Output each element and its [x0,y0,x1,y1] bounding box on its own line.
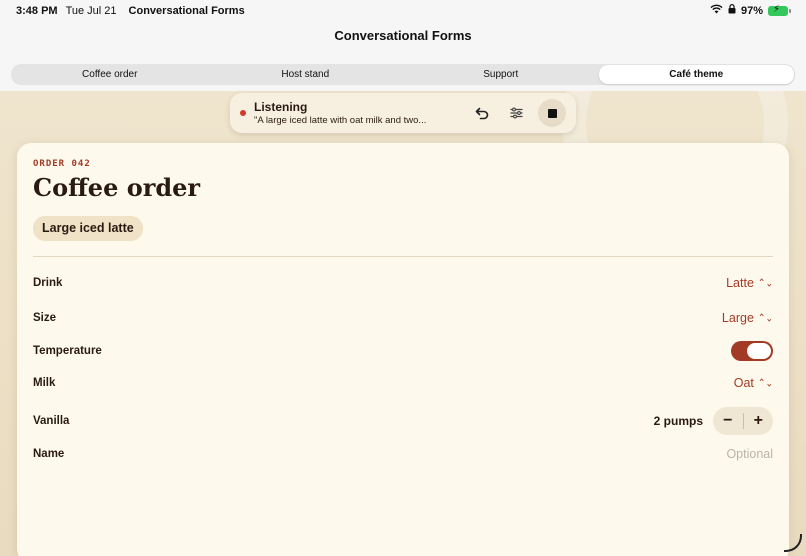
row-name: Name [33,447,773,461]
name-input[interactable] [573,447,773,461]
vanilla-stepper: − + [713,407,773,435]
size-label: Size [33,312,57,324]
status-date: Tue Jul 21 [65,5,117,17]
drink-label: Drink [33,277,63,289]
status-time: 3:48 PM [16,5,58,17]
chevron-up-down-icon: ⌃⌄ [757,376,773,389]
row-drink: Drink Latte ⌃⌄ [33,276,773,290]
temperature-label: Temperature [33,345,102,357]
size-value: Large [721,311,754,325]
card-title: Coffee order [33,173,201,202]
undo-button[interactable] [468,99,496,127]
row-vanilla: Vanilla 2 pumps − + [33,407,773,435]
battery-icon: ⚡ [768,4,791,16]
drink-picker[interactable]: Latte ⌃⌄ [726,276,773,290]
battery-percent: 97% [740,4,763,17]
listening-text: Listening "A large iced latte with oat m… [254,100,462,126]
divider [33,256,773,257]
drink-value: Latte [726,276,754,290]
vanilla-control: 2 pumps − + [654,407,773,435]
vanilla-label: Vanilla [33,415,70,427]
tab-cafe-theme[interactable]: Café theme [598,65,794,84]
milk-picker[interactable]: Oat ⌃⌄ [734,376,773,390]
temperature-toggle[interactable] [731,341,773,361]
stop-icon [547,108,557,118]
tab-coffee-order[interactable]: Coffee order [12,65,208,84]
tab-host-stand[interactable]: Host stand [208,65,404,84]
status-indicators: 97% ⚡ [710,4,791,17]
tab-bar: Coffee order Host stand Support Café the… [11,64,795,85]
page-title: Conversational Forms [334,28,472,43]
order-number: ORDER 042 [33,159,91,169]
status-app-name: Conversational Forms [128,5,245,17]
sliders-icon [509,107,523,119]
row-size: Size Large ⌃⌄ [33,311,773,325]
chevron-up-down-icon: ⌃⌄ [757,311,773,324]
listening-title: Listening [254,100,308,115]
chevron-up-down-icon: ⌃⌄ [757,276,773,289]
toggle-knob [747,343,771,359]
listening-transcript: "A large iced latte with oat milk and tw… [254,114,427,126]
milk-label: Milk [33,377,56,389]
lock-rotation-icon [728,4,736,17]
listening-bar: Listening "A large iced latte with oat m… [230,93,576,133]
status-bar: 3:48 PM Tue Jul 21 Conversational Forms … [0,0,806,22]
summary-chip: Large iced latte [33,216,143,241]
undo-icon [475,107,489,119]
size-picker[interactable]: Large ⌃⌄ [722,311,773,325]
milk-value: Oat [733,376,754,390]
tab-support[interactable]: Support [403,65,599,84]
decrement-button[interactable]: − [713,407,743,435]
vanilla-value: 2 pumps [653,414,703,428]
row-milk: Milk Oat ⌃⌄ [33,376,773,390]
wifi-icon [710,4,723,17]
settings-button[interactable] [502,99,530,127]
stop-button[interactable] [538,99,566,127]
increment-button[interactable]: + [744,407,774,435]
order-card: ORDER 042 Coffee order Large iced latte … [17,143,789,556]
name-label: Name [33,448,65,460]
recording-indicator-icon [240,110,246,116]
row-temperature: Temperature [33,341,773,361]
